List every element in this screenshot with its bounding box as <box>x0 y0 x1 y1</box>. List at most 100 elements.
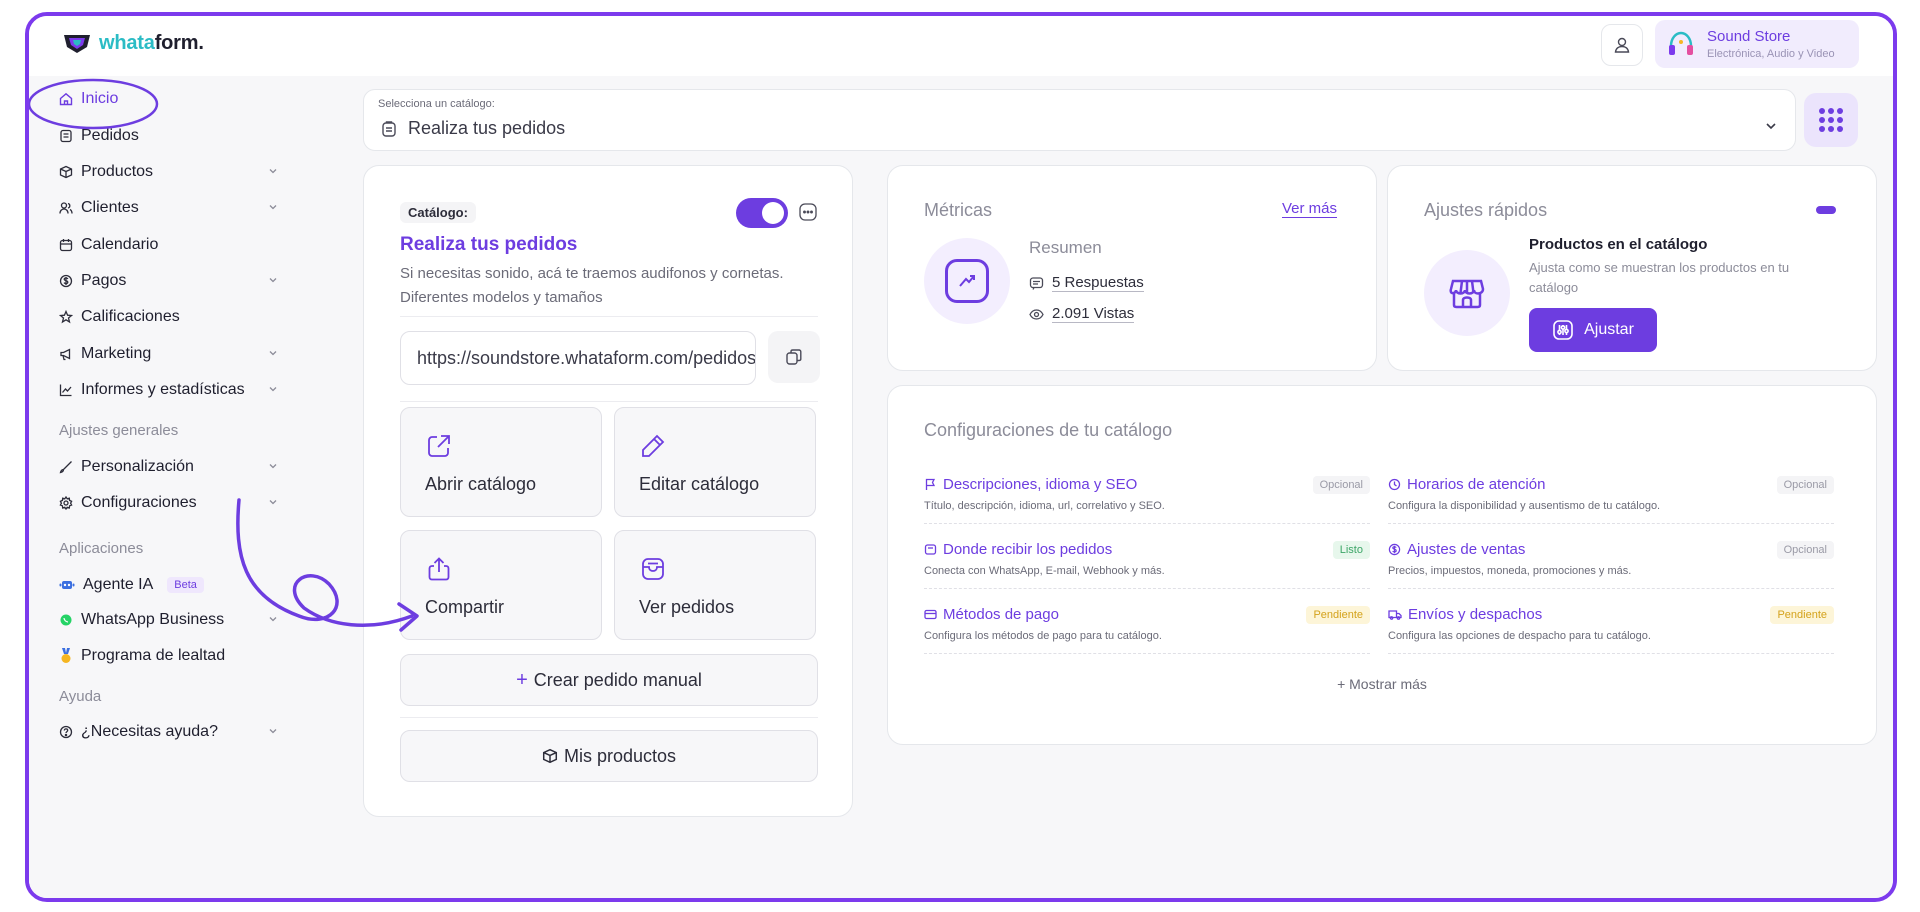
store-switcher[interactable]: Sound Store Electrónica, Audio y Video <box>1655 20 1859 68</box>
config-item-title: Envíos y despachos <box>1408 606 1543 623</box>
divider <box>400 717 818 718</box>
config-item-desc: Precios, impuestos, moneda, promociones … <box>1388 565 1632 577</box>
config-item-horarios[interactable]: Horarios de atención Configura la dispon… <box>1388 466 1834 524</box>
config-item-desc: Configura la disponibilidad y ausentismo… <box>1388 500 1661 512</box>
sidebar-item-agente-ia[interactable]: Agente IA Beta <box>59 570 279 600</box>
users-icon <box>59 202 73 214</box>
config-item-ventas[interactable]: Ajustes de ventas Precios, impuestos, mo… <box>1388 531 1834 589</box>
catalog-select-value: Realiza tus pedidos <box>380 118 565 139</box>
config-item-pago[interactable]: Métodos de pago Configura los métodos de… <box>924 596 1370 654</box>
orders-icon <box>60 129 72 143</box>
app-frame: whataform. Sound Store Electrónica, Audi… <box>25 12 1897 902</box>
config-item-desc: Configura los métodos de pago para tu ca… <box>924 630 1162 642</box>
sidebar-item-pagos[interactable]: Pagos <box>59 266 279 296</box>
message-icon <box>1029 276 1044 290</box>
create-manual-order-button[interactable]: + Crear pedido manual <box>400 654 818 706</box>
flag-icon <box>925 478 936 490</box>
my-products-button[interactable]: Mis productos <box>400 730 818 782</box>
more-options-icon[interactable] <box>798 202 818 222</box>
catalog-select-label: Selecciona un catálogo: <box>378 98 495 110</box>
sidebar-item-clientes[interactable]: Clientes <box>59 193 279 223</box>
sidebar-item-label: Calificaciones <box>81 308 180 325</box>
quick-settings-card: Ajustes rápidos Productos en el catálogo… <box>1387 165 1877 371</box>
sidebar-item-inicio[interactable]: Inicio <box>59 84 279 114</box>
show-more-button[interactable]: + Mostrar más <box>888 676 1876 692</box>
edit-catalog-tile[interactable]: Editar catálogo <box>614 407 816 517</box>
config-item-seo[interactable]: Descripciones, idioma y SEO Título, desc… <box>924 466 1370 524</box>
catalog-active-toggle[interactable] <box>736 198 788 228</box>
sidebar-item-label: WhatsApp Business <box>81 611 225 628</box>
sidebar-item-productos[interactable]: Productos <box>59 157 279 187</box>
sidebar-item-calendario[interactable]: Calendario <box>59 230 279 260</box>
carousel-indicator[interactable] <box>1816 206 1836 214</box>
open-catalog-tile[interactable]: Abrir catálogo <box>400 407 602 517</box>
external-link-icon <box>428 435 450 457</box>
sidebar-item-label: Configuraciones <box>81 494 197 511</box>
sidebar-item-label: Informes y estadísticas <box>81 381 245 398</box>
status-badge: Pendiente <box>1770 606 1834 624</box>
tile-label: Editar catálogo <box>639 474 760 494</box>
sidebar-item-configuraciones[interactable]: Configuraciones <box>59 488 279 518</box>
logo[interactable]: whataform. <box>63 32 204 55</box>
quick-item-title: Productos en el catálogo <box>1529 236 1708 253</box>
sidebar-item-informes[interactable]: Informes y estadísticas <box>59 375 279 405</box>
catalog-url-field[interactable]: https://soundstore.whataform.com/pedidos <box>400 331 756 385</box>
config-item-envios[interactable]: Envíos y despachos Configura las opcione… <box>1388 596 1834 654</box>
metrics-views[interactable]: 2.091 Vistas <box>1029 305 1135 323</box>
adjust-icon <box>1553 320 1573 340</box>
copy-url-button[interactable] <box>768 331 820 383</box>
sidebar-item-personalizacion[interactable]: Personalización <box>59 452 279 482</box>
sidebar-item-label: Personalización <box>81 458 194 475</box>
sidebar-item-calificaciones[interactable]: Calificaciones <box>59 302 279 332</box>
sidebar-item-label: Productos <box>81 163 154 180</box>
logo-icon <box>64 34 90 53</box>
sidebar-item-label: Inicio <box>81 90 119 107</box>
status-badge: Opcional <box>1776 476 1834 494</box>
store-icon-circle <box>1424 250 1510 336</box>
catalog-description: Si necesitas sonido, acá te traemos audi… <box>400 265 784 306</box>
sidebar-item-pedidos[interactable]: Pedidos <box>59 121 279 151</box>
sidebar-item-marketing[interactable]: Marketing <box>59 339 279 369</box>
sidebar-item-whatsapp[interactable]: WhatsApp Business <box>59 605 279 635</box>
sidebar: Inicio Pedidos Productos Clientes Calend… <box>29 76 294 898</box>
sidebar-item-ayuda[interactable]: ¿Necesitas ayuda? <box>59 717 279 747</box>
share-tile[interactable]: Compartir <box>400 530 602 640</box>
chevron-down-icon <box>269 617 277 622</box>
chevron-down-icon <box>269 205 277 210</box>
truck-icon <box>1388 610 1402 620</box>
chevron-down-icon <box>269 729 277 734</box>
box-icon <box>542 748 557 764</box>
box-icon <box>59 165 73 179</box>
divider <box>400 316 818 317</box>
chart-icon <box>59 384 72 397</box>
tile-label: Abrir catálogo <box>425 474 537 494</box>
config-item-title: Descripciones, idioma y SEO <box>943 476 1138 493</box>
trend-up-icon <box>959 275 975 287</box>
orders-icon <box>642 558 664 580</box>
view-orders-tile[interactable]: Ver pedidos <box>614 530 816 640</box>
star-icon <box>59 310 73 324</box>
metrics-responses[interactable]: 5 Respuestas <box>1029 274 1144 292</box>
sidebar-item-label: Calendario <box>81 236 159 253</box>
status-badge: Opcional <box>1312 476 1370 494</box>
config-item-pedidos[interactable]: Donde recibir los pedidos Conecta con Wh… <box>924 531 1370 589</box>
robot-icon <box>59 581 75 589</box>
adjust-button[interactable]: Ajustar <box>1529 308 1657 352</box>
chevron-down-icon <box>269 278 277 283</box>
quick-settings-title: Ajustes rápidos <box>1424 200 1548 220</box>
chevron-down-icon <box>269 351 277 356</box>
plus-icon: + <box>516 668 528 691</box>
metrics-see-more-link[interactable]: Ver más <box>1282 200 1338 218</box>
catalog-select[interactable]: Selecciona un catálogo: Realiza tus pedi… <box>363 89 1796 151</box>
catalog-title[interactable]: Realiza tus pedidos <box>400 234 577 256</box>
sidebar-section-apps: Aplicaciones <box>59 540 144 557</box>
user-button[interactable] <box>1601 24 1643 66</box>
store-name: Sound Store <box>1707 28 1791 45</box>
sidebar-section-help: Ayuda <box>59 688 102 705</box>
status-badge: Pendiente <box>1306 606 1370 624</box>
divider <box>400 401 818 402</box>
sidebar-item-lealtad[interactable]: Programa de lealtad <box>59 641 279 671</box>
apps-grid-button[interactable] <box>1804 93 1858 147</box>
eye-icon <box>1029 308 1044 320</box>
card-icon <box>924 609 937 620</box>
